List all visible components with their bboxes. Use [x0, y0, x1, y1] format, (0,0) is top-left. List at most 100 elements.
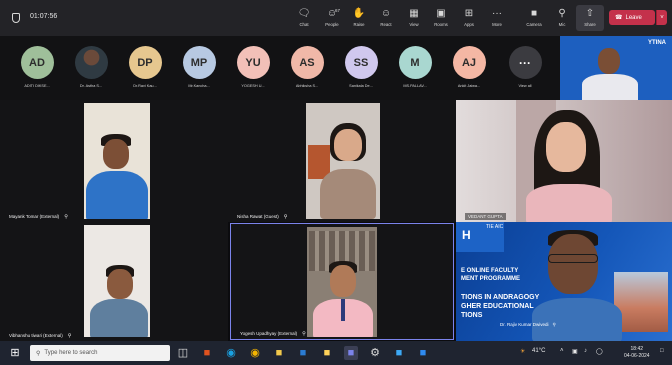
camera-icon: ■ — [530, 8, 538, 19]
word-icon[interactable]: ■ — [296, 346, 310, 360]
glasses — [548, 254, 598, 263]
video-feed — [307, 227, 377, 337]
taskbar-clock[interactable]: 18:42 04-06-2024 — [624, 346, 650, 360]
more-button[interactable]: ··· More — [483, 8, 511, 27]
teams-icon[interactable]: ■ — [344, 346, 358, 360]
chrome-icon[interactable]: ◉ — [248, 346, 262, 360]
avatar: AJ — [452, 46, 486, 79]
leave-options-button[interactable]: ˅ — [656, 10, 667, 25]
settings-icon[interactable]: ⚙ — [368, 346, 382, 360]
slide-tag: TIE AIC — [486, 224, 504, 230]
participant-avatar-item[interactable]: AD ADITI DIKSE... — [12, 46, 62, 88]
notifications-icon[interactable]: □ — [660, 348, 664, 354]
camera-button[interactable]: ■ Camera — [520, 8, 548, 27]
participant-avatar-item[interactable]: DP Dr.Ravi Kau... — [120, 46, 170, 88]
more-icon: ··· — [492, 8, 502, 19]
taskbar-search-input[interactable]: ⚲ Type here to search — [30, 345, 170, 361]
raise-hand-icon: ✋ — [352, 8, 366, 19]
participant-avatar-item[interactable]: Dr. Astha S... — [66, 46, 116, 88]
more-icon: ··· — [508, 46, 542, 79]
edge-icon[interactable]: ◉ — [224, 346, 238, 360]
network-icon[interactable]: ▣ — [572, 348, 578, 355]
video-feed — [456, 100, 672, 222]
people-icon: ☺ — [326, 8, 338, 19]
mic-icon: ⚲ — [67, 333, 72, 339]
slide-logo-mark: H — [462, 228, 471, 242]
video-tile-active-speaker[interactable]: Yogesh Upadhyay (External) ⚲ — [230, 223, 454, 340]
mic-icon: ⚲ — [552, 322, 556, 327]
view-all-button[interactable]: ··· View all — [500, 46, 550, 88]
weather-temp: 41°C — [532, 348, 546, 354]
institute-logo: YTINA — [648, 40, 666, 46]
app-icon[interactable]: ■ — [392, 346, 406, 360]
presenter-name-label: Dr. Rajiv Kumar Dwivedi ⚲ — [500, 322, 556, 327]
people-button[interactable]: ☺ 67 People — [318, 8, 346, 27]
avatar: SS — [344, 46, 378, 79]
react-button[interactable]: ☺ React — [372, 8, 400, 27]
participant-avatar-item[interactable]: M MS.PALLAV... — [390, 46, 440, 88]
chat-icon: 🗨 — [297, 8, 311, 19]
folder-icon[interactable]: ■ — [320, 346, 334, 360]
video-feed — [84, 103, 150, 219]
video-feed — [306, 103, 380, 219]
task-view-icon[interactable]: ◫ — [176, 346, 190, 360]
avatar: AD — [20, 46, 54, 79]
chat-button[interactable]: 🗨 Chat — [290, 8, 318, 27]
weather-icon: ☀ — [520, 349, 526, 355]
share-icon: ⇧ — [585, 8, 595, 19]
outlook-icon[interactable]: ■ — [416, 346, 430, 360]
avatar: YU — [236, 46, 270, 79]
teams-meeting-window: 01:07:56 🗨 Chat ☺ 67 People ✋ Raise ☺ React ▦… — [0, 0, 672, 365]
file-explorer-icon[interactable]: ■ — [272, 346, 286, 360]
video-feed — [84, 225, 150, 337]
volume-icon[interactable]: ♪ — [584, 348, 587, 354]
host-video-tile[interactable]: YTINA — [560, 36, 672, 100]
react-icon: ☺ — [380, 8, 392, 19]
participant-name-label: Mayank Tomar (External) ⚲ — [9, 214, 68, 220]
mic-icon: ⚲ — [283, 214, 288, 220]
raise-hand-button[interactable]: ✋ Raise — [345, 8, 373, 27]
apps-icon: ⊞ — [464, 8, 474, 19]
host-head — [598, 48, 620, 74]
meeting-timer: 01:07:56 — [30, 13, 58, 20]
language-icon[interactable]: ◯ — [596, 348, 603, 355]
participant-name-label: VEDANT GUPTA — [465, 213, 506, 220]
host-shirt — [582, 74, 638, 100]
share-button[interactable]: ⇧ Share — [576, 5, 604, 31]
video-tile[interactable]: Mayank Tomar (External) ⚲ — [0, 100, 228, 222]
view-icon: ▦ — [409, 8, 419, 19]
participant-avatar-item[interactable]: AS Abhiksha S... — [282, 46, 332, 88]
view-button[interactable]: ▦ View — [400, 8, 428, 27]
tray-chevron-up-icon[interactable]: ˄ — [560, 348, 564, 354]
avatar: M — [398, 46, 432, 79]
video-tile[interactable]: Nisha Rawat (Guest) ⚲ — [228, 100, 456, 222]
office-icon[interactable]: ■ — [200, 346, 214, 360]
mic-icon: ⚲ — [302, 331, 306, 337]
rooms-icon: ▣ — [436, 8, 446, 19]
shield-icon — [12, 13, 20, 23]
windows-taskbar: ⊞ ⚲ Type here to search ◫ ■ ◉ ◉ ■ ■ ■ ■ ⚙… — [0, 341, 672, 365]
participant-avatar-item[interactable]: MP Mr.Kancha... — [174, 46, 224, 88]
mic-button[interactable]: ⚲ Mic — [548, 8, 576, 27]
participant-name-label: Nisha Rawat (Guest) ⚲ — [237, 214, 288, 220]
video-tile[interactable]: Vibhanshu tiwari (External) ⚲ — [0, 222, 228, 341]
avatar — [74, 46, 108, 79]
mic-icon: ⚲ — [64, 214, 68, 220]
leave-button[interactable]: ☎ Leave — [609, 10, 655, 25]
participant-avatar-item[interactable]: AJ Ankit Jaiwa... — [444, 46, 494, 88]
avatar: AS — [290, 46, 324, 79]
apps-button[interactable]: ⊞ Apps — [455, 8, 483, 27]
presenter-video-tile[interactable]: H TIE AIC E ONLINE FACULTY MENT PROGRAMM… — [456, 222, 672, 341]
rooms-button[interactable]: ▣ Rooms — [427, 8, 455, 27]
participant-avatar-item[interactable]: YU YOGESH U... — [228, 46, 278, 88]
participant-name-label: Vibhanshu tiwari (External) ⚲ — [9, 333, 72, 339]
avatar: DP — [128, 46, 162, 79]
video-tile[interactable]: VEDANT GUPTA — [456, 100, 672, 222]
participant-strip: AD ADITI DIKSE... Dr. Astha S... DP Dr.Rav… — [0, 36, 560, 100]
windows-start-icon[interactable]: ⊞ — [8, 346, 22, 360]
avatar: MP — [182, 46, 216, 79]
phone-icon: ☎ — [615, 15, 623, 21]
search-icon: ⚲ — [36, 350, 41, 357]
participant-avatar-item[interactable]: SS Sanikala De... — [336, 46, 386, 88]
mic-off-icon: ⚲ — [558, 8, 566, 19]
